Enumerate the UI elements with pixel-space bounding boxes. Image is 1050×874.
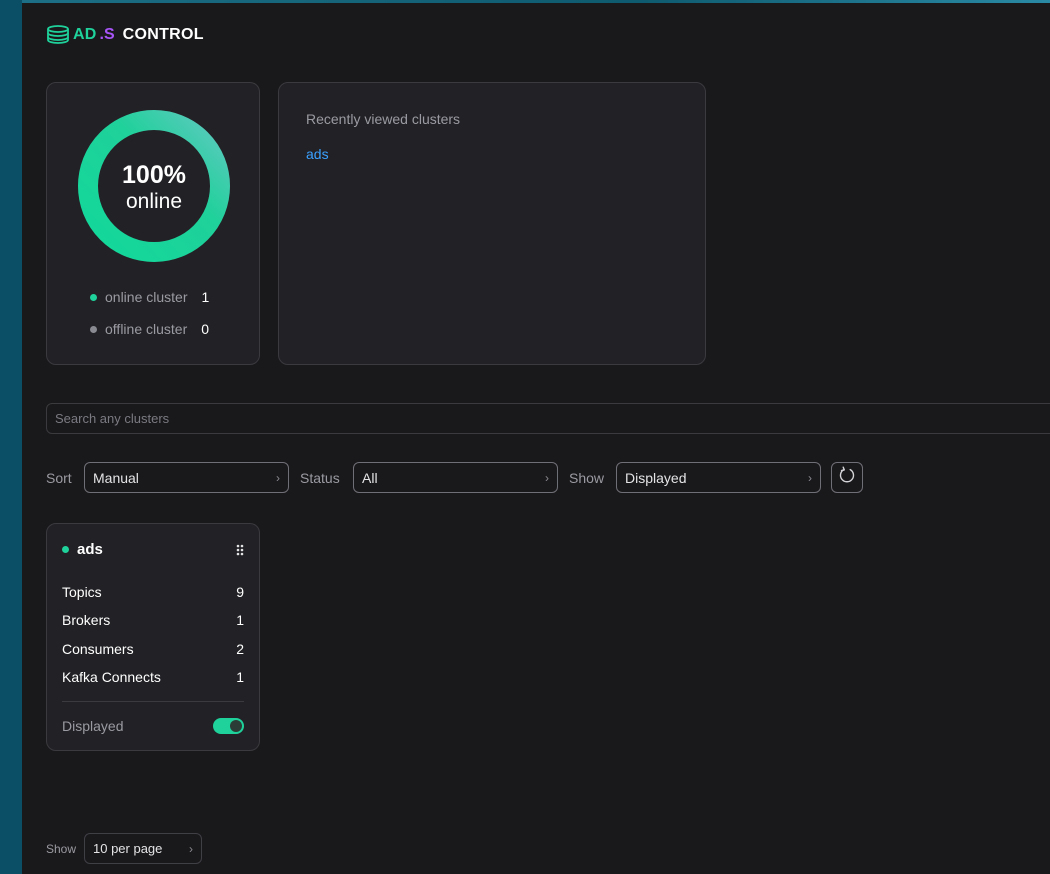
legend-offline-count: 0 — [201, 321, 210, 337]
stat-value: 1 — [236, 669, 244, 685]
stat-label: Consumers — [62, 641, 134, 657]
cluster-card-divider — [62, 701, 244, 702]
show-select-value: Displayed — [625, 469, 687, 486]
brand-name-control: CONTROL — [122, 26, 204, 43]
per-page-select[interactable]: 10 per page › — [84, 833, 202, 864]
displayed-label: Displayed — [62, 718, 124, 734]
cluster-card[interactable]: ads Topics 9 Brokers 1 Consumers 2 Kafka… — [46, 523, 260, 751]
chevron-right-icon: › — [276, 470, 280, 485]
online-caption: online — [125, 190, 183, 213]
chevron-right-icon: › — [189, 841, 193, 856]
legend-offline: offline cluster 0 — [90, 321, 209, 337]
cluster-stat-consumers[interactable]: Consumers 2 — [62, 641, 244, 657]
cluster-search-input[interactable] — [46, 403, 1050, 434]
show-label: Show — [569, 470, 605, 486]
chevron-right-icon: › — [808, 470, 812, 485]
cluster-online-dot-icon — [62, 546, 69, 553]
chevron-right-icon: › — [545, 470, 549, 485]
pagination-show-label: Show — [46, 842, 77, 856]
toggle-knob — [230, 720, 242, 732]
sort-select[interactable]: Manual › — [84, 462, 289, 493]
online-donut-chart: 100% online — [77, 109, 231, 263]
brand-name-ad: AD — [73, 26, 97, 43]
online-percent: 100% — [122, 161, 186, 189]
recent-clusters-title: Recently viewed clusters — [306, 111, 461, 127]
content: AD .S CONTROL 100% online online cluster… — [22, 0, 1050, 874]
legend-online-label: online cluster — [105, 289, 188, 305]
per-page-value: 10 per page — [93, 841, 163, 856]
cluster-card-header: ads — [62, 541, 103, 558]
legend-offline-label: offline cluster — [105, 321, 188, 337]
recent-clusters-card: Recently viewed clusters ads — [278, 82, 706, 365]
database-stack-icon — [46, 25, 70, 45]
sort-select-value: Manual — [93, 469, 139, 486]
status-select-value: All — [362, 469, 378, 486]
legend-online-count: 1 — [201, 289, 210, 305]
cluster-stat-kafka-connects[interactable]: Kafka Connects 1 — [62, 669, 244, 685]
cluster-status-card: 100% online online cluster 1 offline clu… — [46, 82, 260, 365]
recent-cluster-link[interactable]: ads — [306, 146, 329, 162]
refresh-icon — [838, 466, 856, 489]
sort-label: Sort — [46, 470, 72, 486]
drag-handle-icon[interactable] — [236, 543, 244, 561]
show-select[interactable]: Displayed › — [616, 462, 821, 493]
status-select[interactable]: All › — [353, 462, 558, 493]
cluster-name: ads — [77, 541, 103, 558]
stat-value: 2 — [236, 641, 244, 657]
stat-label: Topics — [62, 584, 102, 600]
refresh-button[interactable] — [831, 462, 863, 493]
stat-value: 1 — [236, 612, 244, 628]
online-dot-icon — [90, 293, 97, 301]
displayed-toggle[interactable] — [213, 718, 244, 734]
brand-logo[interactable]: AD .S CONTROL — [46, 24, 204, 46]
legend-online: online cluster 1 — [90, 289, 209, 305]
stat-value: 9 — [236, 584, 244, 600]
cluster-stat-brokers[interactable]: Brokers 1 — [62, 612, 244, 628]
stat-label: Kafka Connects — [62, 669, 161, 685]
cluster-stat-topics[interactable]: Topics 9 — [62, 584, 244, 600]
offline-dot-icon — [90, 325, 97, 333]
brand-name-s: .S — [99, 26, 115, 43]
stat-label: Brokers — [62, 612, 111, 628]
status-label: Status — [300, 470, 340, 486]
